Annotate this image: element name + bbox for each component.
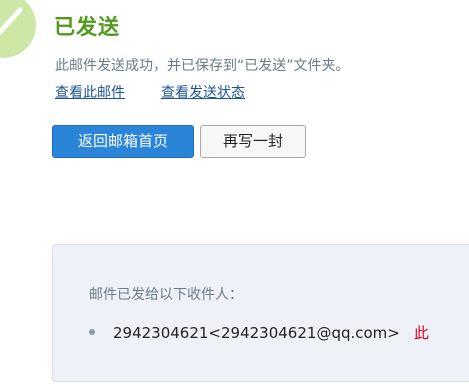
recipient-action-link[interactable]: 此 xyxy=(414,324,429,342)
recipient-address: 2942304621<2942304621@qq.com> xyxy=(113,324,400,342)
recipients-panel: 邮件已发给以下收件人： 2942304621<2942304621@qq.com… xyxy=(52,244,469,382)
view-mail-link[interactable]: 查看此邮件 xyxy=(55,82,125,102)
bullet-icon xyxy=(89,328,95,335)
view-send-status-link[interactable]: 查看发送状态 xyxy=(161,82,245,102)
status-message: 此邮件发送成功，并已保存到“已发送”文件夹。 xyxy=(55,58,350,74)
page-title: 已发送 xyxy=(54,15,120,39)
write-again-button[interactable]: 再写一封 xyxy=(200,125,306,158)
back-to-inbox-button[interactable]: 返回邮箱首页 xyxy=(52,125,194,158)
recipient-list-item: 2942304621<2942304621@qq.com> 此 xyxy=(89,322,429,343)
send-success-page: 已发送 此邮件发送成功，并已保存到“已发送”文件夹。 查看此邮件 查看发送状态 … xyxy=(0,0,469,391)
recipients-label: 邮件已发给以下收件人： xyxy=(89,287,243,303)
success-check-icon xyxy=(0,0,36,58)
